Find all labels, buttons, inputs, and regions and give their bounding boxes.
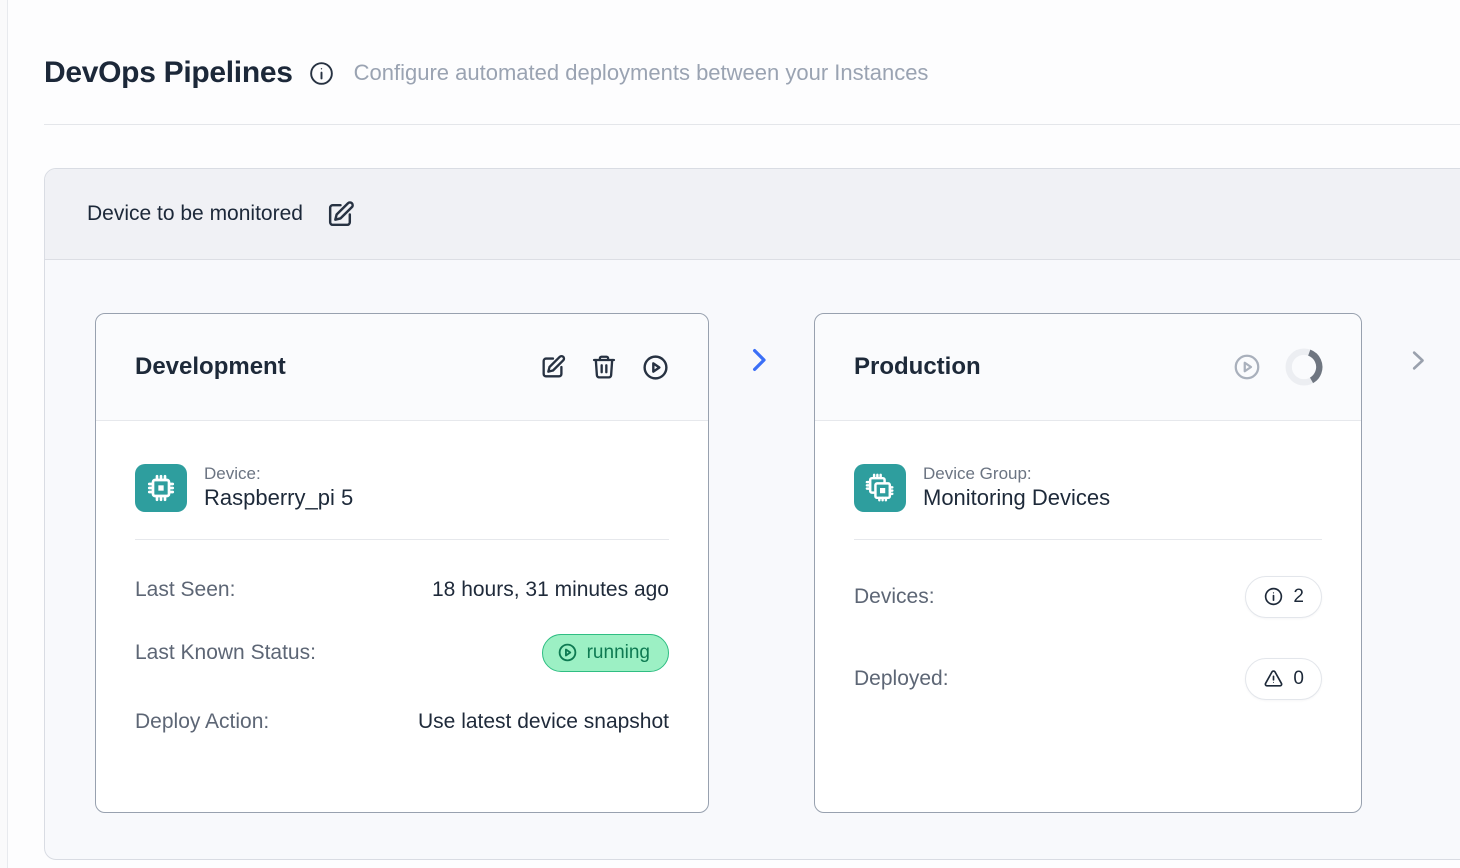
last-known-status-label: Last Known Status:	[135, 641, 316, 665]
deploy-action-row: Deploy Action: Use latest device snapsho…	[135, 708, 669, 736]
pipeline-panel-header: Device to be monitored	[45, 169, 1460, 260]
info-icon	[308, 60, 335, 87]
development-actions	[539, 353, 670, 382]
chevron-right-icon	[1404, 346, 1431, 375]
page-subtitle: Configure automated deployments between …	[354, 60, 929, 86]
deployed-label: Deployed:	[854, 667, 949, 691]
header-divider	[44, 124, 1460, 125]
page-header: DevOps Pipelines Configure automated dep…	[44, 56, 928, 90]
status-badge: running	[542, 634, 669, 672]
production-card-header: Production	[815, 314, 1361, 421]
pipeline-name: Device to be monitored	[87, 202, 303, 226]
last-known-status-row: Last Known Status: running	[135, 634, 669, 672]
info-icon	[1263, 586, 1284, 607]
devices-count-row: Devices: 2	[854, 576, 1322, 618]
deployed-count: 0	[1293, 668, 1304, 690]
device-group-chips-icon	[854, 464, 906, 512]
play-circle-icon	[557, 642, 578, 663]
device-name: Raspberry_pi 5	[204, 484, 353, 513]
device-row: Device: Raspberry_pi 5	[135, 463, 669, 513]
left-page-divider	[0, 0, 8, 868]
device-chip-icon	[135, 464, 187, 512]
run-stage-button-disabled	[1232, 352, 1262, 382]
device-label: Device:	[204, 463, 353, 484]
device-group-info: Device Group: Monitoring Devices	[923, 463, 1110, 513]
card-divider	[135, 539, 669, 540]
device-group-row: Device Group: Monitoring Devices	[854, 463, 1322, 513]
stage-title-development: Development	[135, 353, 286, 381]
pipeline-stages: Development	[45, 260, 1460, 813]
device-info: Device: Raspberry_pi 5	[204, 463, 353, 513]
card-divider	[854, 539, 1322, 540]
production-actions	[1232, 348, 1323, 386]
pipeline-panel: Device to be monitored Development	[44, 168, 1460, 860]
development-card-header: Development	[96, 314, 708, 421]
production-card-body: Device Group: Monitoring Devices Devices…	[815, 421, 1361, 700]
stage-title-production: Production	[854, 353, 981, 381]
warning-triangle-icon	[1263, 668, 1284, 689]
deploy-action-value: Use latest device snapshot	[418, 710, 669, 734]
play-circle-icon	[1232, 352, 1262, 382]
device-group-label: Device Group:	[923, 463, 1110, 484]
devices-count-badge[interactable]: 2	[1245, 576, 1322, 618]
last-seen-label: Last Seen:	[135, 578, 235, 602]
stage-card-development: Development	[95, 313, 709, 813]
status-text: running	[587, 642, 650, 664]
devices-label: Devices:	[854, 585, 935, 609]
trash-icon	[590, 353, 618, 381]
deploy-action-label: Deploy Action:	[135, 710, 269, 734]
edit-icon	[325, 199, 356, 230]
device-group-name: Monitoring Devices	[923, 484, 1110, 513]
play-circle-icon	[641, 353, 670, 382]
edit-stage-button[interactable]	[539, 353, 567, 381]
edit-icon	[539, 353, 567, 381]
stage-card-production: Production	[814, 313, 1362, 813]
page-title: DevOps Pipelines	[44, 56, 293, 90]
pipeline-flow-arrow-icon	[744, 344, 774, 381]
edit-pipeline-button[interactable]	[325, 199, 356, 230]
delete-stage-button[interactable]	[590, 353, 618, 381]
run-stage-button[interactable]	[641, 353, 670, 382]
loading-spinner-icon	[1285, 348, 1323, 386]
next-stage-button[interactable]	[1404, 346, 1431, 375]
development-card-body: Device: Raspberry_pi 5 Last Seen: 18 hou…	[96, 421, 708, 736]
deployed-count-badge[interactable]: 0	[1245, 658, 1322, 700]
devices-count: 2	[1293, 586, 1304, 608]
page-title-info-button[interactable]	[308, 60, 335, 87]
last-seen-value: 18 hours, 31 minutes ago	[432, 578, 669, 602]
deployed-count-row: Deployed: 0	[854, 658, 1322, 700]
last-seen-row: Last Seen: 18 hours, 31 minutes ago	[135, 576, 669, 604]
